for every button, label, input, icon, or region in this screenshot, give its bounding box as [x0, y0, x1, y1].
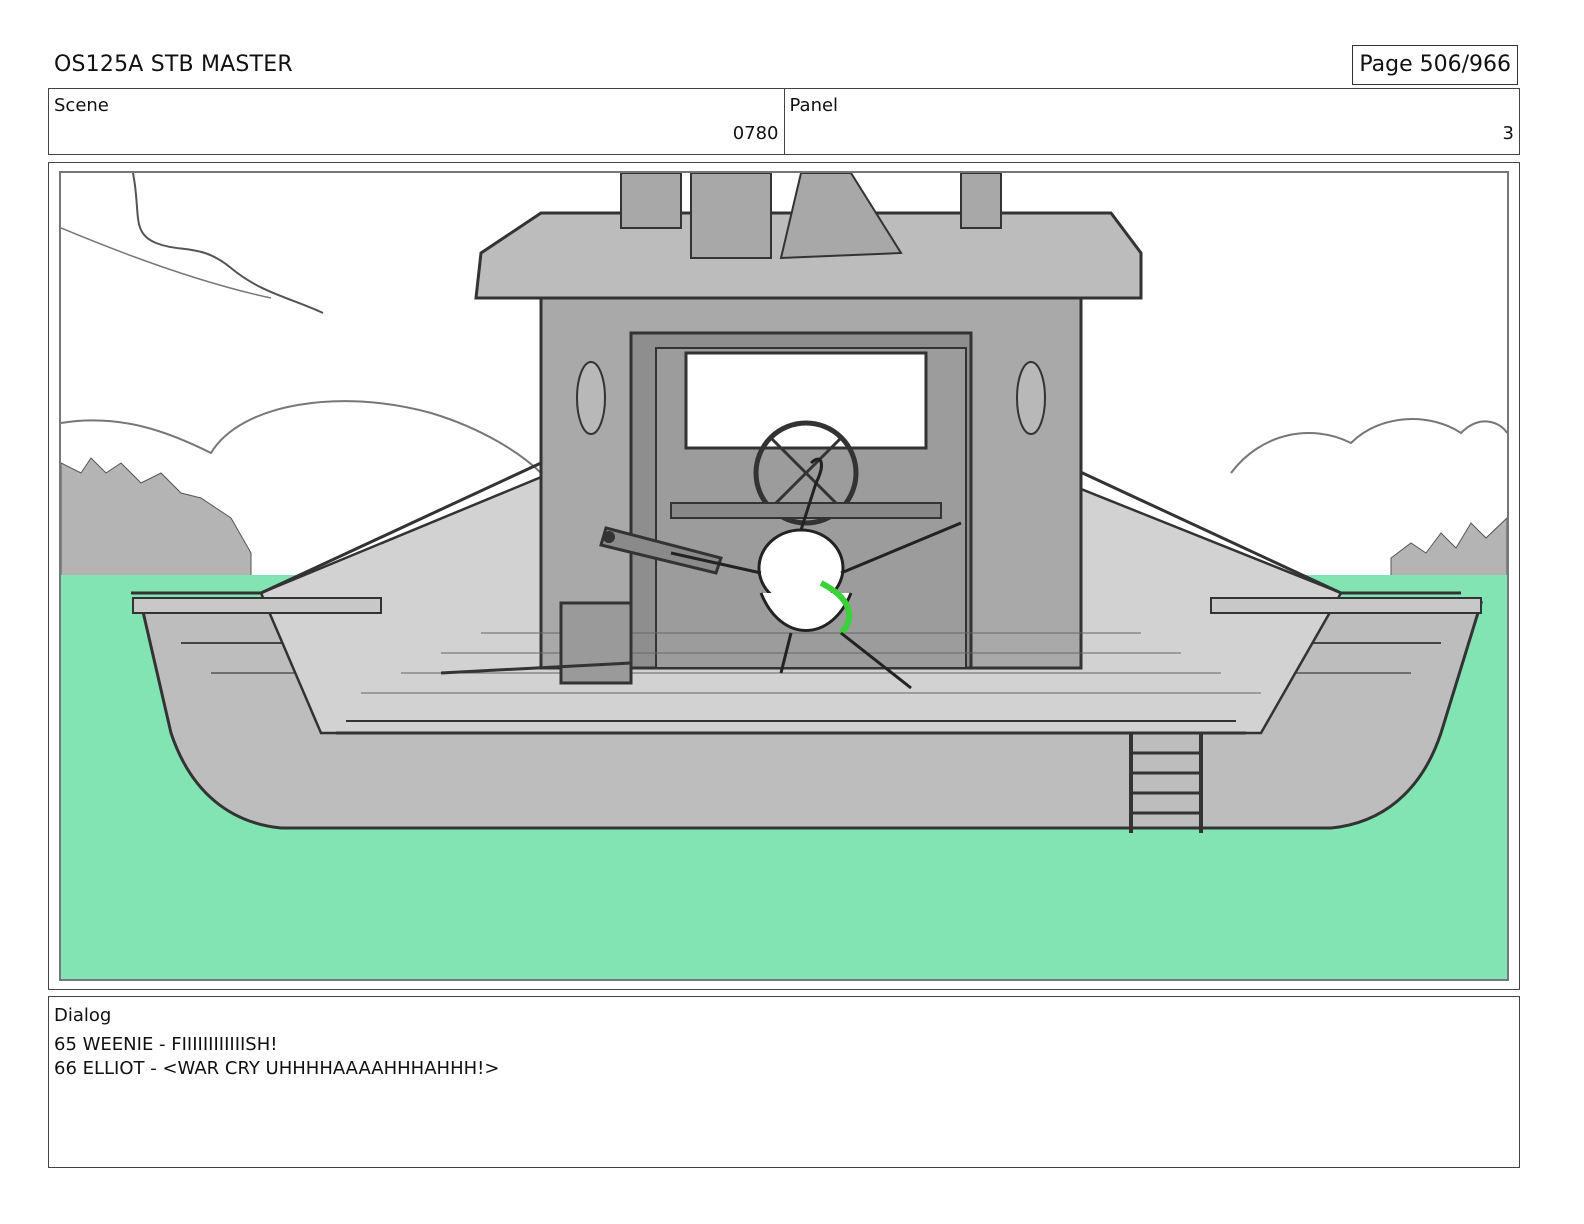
- page-number-box: Page 506/966: [1352, 45, 1518, 85]
- panel-label: Panel: [789, 95, 839, 116]
- document-title: OS125A STB MASTER: [54, 52, 293, 77]
- storyboard-frame: [48, 162, 1520, 990]
- scene-panel-info-row: Scene 0780 Panel 3: [48, 88, 1520, 155]
- scene-value: 0780: [732, 123, 779, 144]
- scene-label: Scene: [54, 95, 109, 116]
- boat-scene-illustration: [61, 173, 1507, 979]
- dialog-line: 66 ELLIOT - <WAR CRY UHHHHAAAAHHHAHHH!>: [54, 1058, 500, 1079]
- dialog-label: Dialog: [54, 1005, 112, 1026]
- scene-cell: Scene 0780: [49, 89, 784, 154]
- panel-cell: Panel 3: [783, 89, 1520, 154]
- dialog-box: Dialog 65 WEENIE - FIIIIIIIIIIIISH! 66 E…: [48, 996, 1520, 1168]
- storyboard-panel-image: [59, 171, 1509, 981]
- dialog-lines: 65 WEENIE - FIIIIIIIIIIIISH! 66 ELLIOT -…: [54, 1033, 499, 1081]
- dialog-line: 65 WEENIE - FIIIIIIIIIIIISH!: [54, 1034, 278, 1055]
- panel-value: 3: [1502, 123, 1514, 144]
